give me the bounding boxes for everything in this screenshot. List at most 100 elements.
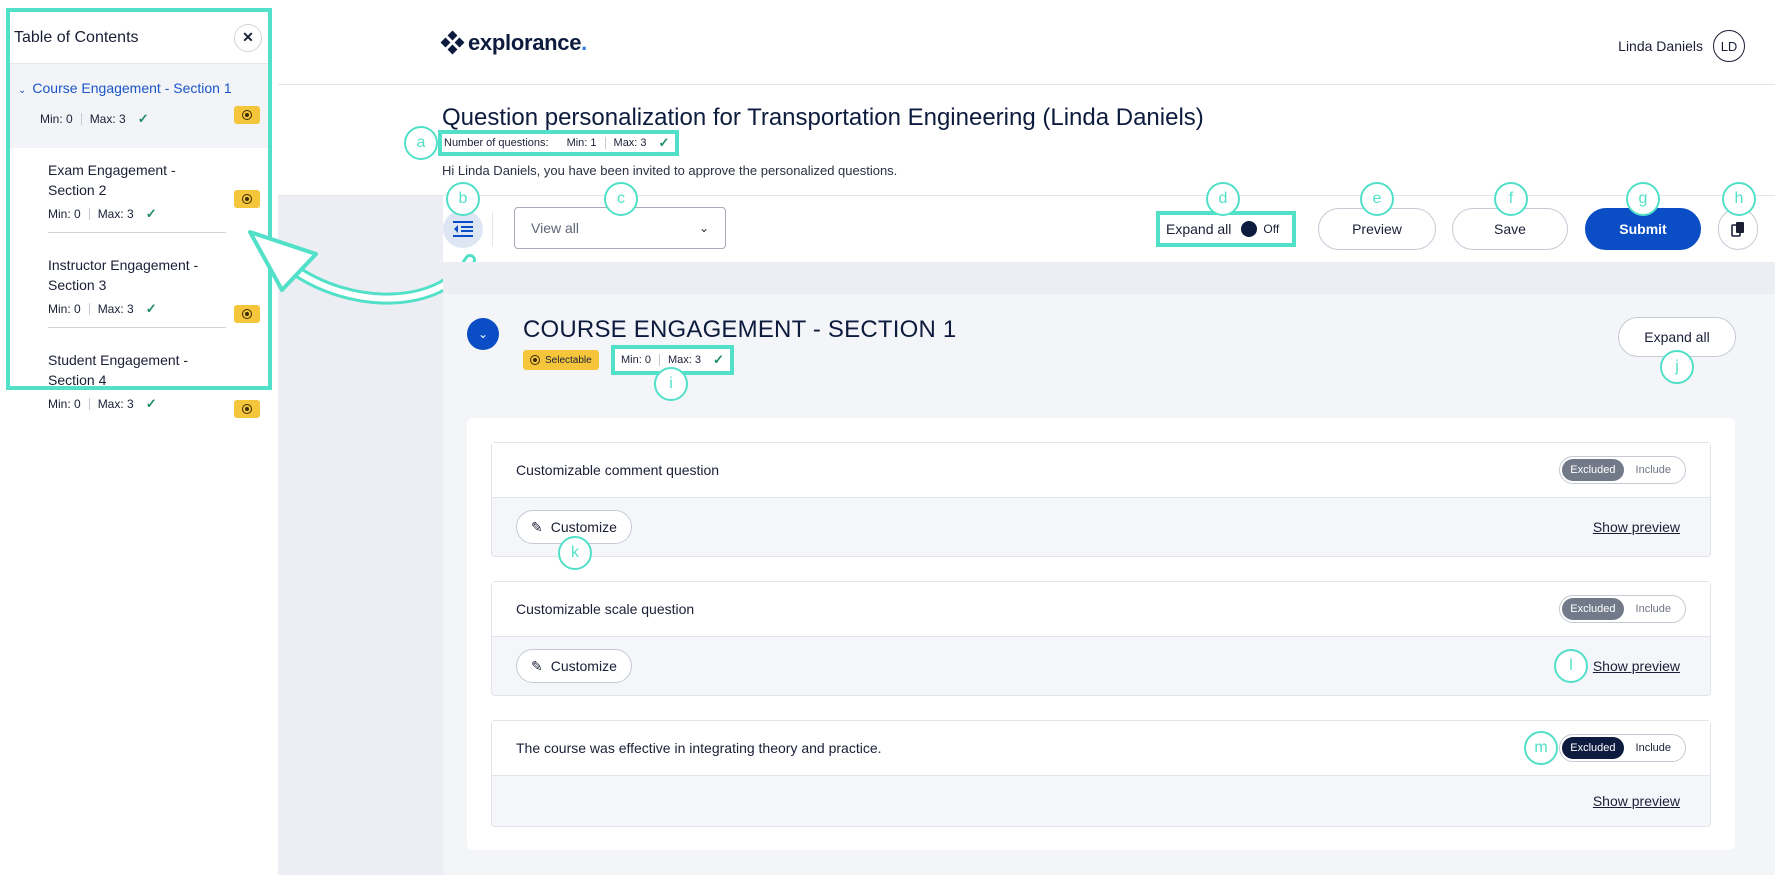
selectable-icon	[530, 355, 540, 365]
callout-a: a	[404, 126, 438, 160]
toc-item-label: Course Engagement - Section 1	[32, 80, 232, 96]
question-card: Customizable comment question Excluded I…	[491, 442, 1711, 557]
selectable-icon	[234, 106, 260, 124]
logo-dot: .	[581, 30, 587, 55]
show-preview-link[interactable]: Show preview	[1593, 519, 1680, 535]
include-option[interactable]: Include	[1624, 598, 1683, 620]
excluded-option[interactable]: Excluded	[1562, 737, 1624, 759]
view-select-value: View all	[531, 220, 579, 236]
callout-f: f	[1494, 182, 1528, 216]
include-exclude-toggle[interactable]: Excluded Include	[1559, 456, 1686, 484]
avatar[interactable]: LD	[1713, 30, 1745, 62]
excluded-option[interactable]: Excluded	[1562, 459, 1624, 481]
callout-l: l	[1554, 649, 1588, 683]
toc-item-label: Instructor Engagement - Section 3	[48, 257, 199, 293]
logo-icon	[440, 30, 465, 55]
min-value: Min: 0	[621, 354, 651, 366]
logo-text: explorance	[468, 30, 582, 55]
min-value: Min: 0	[40, 112, 73, 126]
toc-item-section-4[interactable]: Student Engagement - Section 4 Min: 0 Max…	[10, 338, 268, 432]
callout-h: h	[1722, 182, 1756, 216]
header-divider	[278, 84, 1775, 85]
toc-title: Table of Contents	[14, 28, 139, 46]
max-value: Max: 3	[97, 397, 134, 411]
copy-icon	[1731, 222, 1744, 237]
selectable-label: Selectable	[545, 354, 592, 366]
check-icon: ✓	[137, 111, 149, 126]
toc-item-section-1[interactable]: ⌄ Course Engagement - Section 1 Min: 0 Max…	[10, 64, 268, 148]
customize-label: Customize	[550, 658, 617, 674]
check-icon: ✓	[145, 301, 157, 316]
selectable-icon	[234, 400, 260, 418]
question-card: Customizable scale question Excluded Inc…	[491, 581, 1711, 696]
include-exclude-toggle[interactable]: Excluded Include	[1559, 595, 1686, 623]
question-title: Customizable scale question	[516, 601, 695, 617]
toc-item-minmax: Min: 0 Max: 3 ✓	[40, 111, 260, 127]
pencil-icon: ✎	[531, 657, 543, 674]
explorance-logo: explorance.	[440, 30, 587, 56]
callout-i: i	[654, 367, 688, 401]
max-value: Max: 3	[667, 354, 701, 366]
show-preview-link[interactable]: Show preview	[1593, 793, 1680, 809]
include-option[interactable]: Include	[1624, 737, 1683, 759]
check-icon: ✓	[145, 206, 157, 221]
min-value: Min: 0	[48, 207, 81, 221]
expand-all-switch[interactable]: Off	[1241, 221, 1279, 237]
expand-all-toggle[interactable]: Expand all Off	[1156, 211, 1296, 247]
include-exclude-toggle[interactable]: Excluded Include	[1559, 734, 1686, 762]
switch-knob	[1241, 221, 1258, 237]
include-option[interactable]: Include	[1624, 459, 1683, 481]
min-value: Min: 0	[48, 302, 81, 316]
num-max: Max: 3	[613, 137, 647, 149]
question-title: The course was effective in integrating …	[516, 740, 882, 756]
customize-button[interactable]: ✎ Customize	[516, 649, 632, 683]
toc-item-section-3[interactable]: Instructor Engagement - Section 3 Min: 0…	[10, 243, 268, 338]
switch-state: Off	[1263, 222, 1280, 236]
expand-all-label: Expand all	[1166, 221, 1232, 237]
customize-label: Customize	[550, 519, 617, 535]
num-min: Min: 1	[566, 137, 597, 149]
toc-item-minmax: Min: 0 Max: 3 ✓	[48, 396, 226, 412]
section-title: COURSE ENGAGEMENT - SECTION 1	[523, 316, 957, 343]
callout-m: m	[1524, 731, 1558, 765]
max-value: Max: 3	[97, 207, 134, 221]
toc-item-label: Student Engagement - Section 4	[48, 352, 189, 388]
chevron-down-icon: ⌄	[698, 221, 709, 235]
callout-g: g	[1626, 182, 1660, 216]
excluded-option[interactable]: Excluded	[1562, 598, 1624, 620]
callout-b: b	[446, 182, 480, 216]
callout-d: d	[1206, 182, 1240, 216]
table-of-contents-panel: Table of Contents ✕ ⌄ Course Engagement -…	[6, 8, 272, 418]
toolbar-divider	[278, 195, 1775, 196]
callout-j: j	[1660, 350, 1694, 384]
number-of-questions: Number of questions: Min: 1 Max: 3 ✓	[438, 130, 680, 156]
callout-e: e	[1360, 182, 1394, 216]
toc-item-label: Exam Engagement - Section 2	[48, 162, 176, 198]
callout-c: c	[604, 182, 638, 216]
selectable-badge: Selectable	[523, 350, 599, 370]
user-menu[interactable]: Linda Daniels LD	[1618, 30, 1745, 62]
check-icon: ✓	[712, 352, 724, 367]
show-preview-link[interactable]: Show preview	[1593, 658, 1680, 674]
toc-header: Table of Contents ✕	[10, 12, 268, 64]
close-icon[interactable]: ✕	[234, 23, 262, 52]
num-questions-label: Number of questions:	[444, 137, 549, 149]
chevron-down-icon[interactable]: ⌄	[467, 318, 499, 350]
chevron-down-icon: ⌄	[18, 85, 27, 96]
toolbar-separator	[492, 212, 493, 246]
callout-k: k	[558, 536, 592, 570]
list-collapse-icon	[453, 221, 473, 237]
selectable-icon	[234, 190, 260, 208]
page-title: Question personalization for Transportat…	[442, 104, 1204, 131]
max-value: Max: 3	[89, 112, 126, 126]
user-name: Linda Daniels	[1618, 38, 1703, 54]
toc-item-section-2[interactable]: Exam Engagement - Section 2 Min: 0 Max: 3…	[10, 148, 268, 243]
pencil-icon: ✎	[531, 518, 543, 535]
toc-item-minmax: Min: 0 Max: 3 ✓	[48, 301, 226, 317]
invite-text: Hi Linda Daniels, you have been invited …	[442, 163, 898, 178]
max-value: Max: 3	[97, 302, 134, 316]
question-title: Customizable comment question	[516, 462, 720, 478]
toc-item-minmax: Min: 0 Max: 3 ✓	[48, 206, 226, 222]
check-icon: ✓	[658, 135, 670, 150]
check-icon: ✓	[145, 396, 157, 411]
